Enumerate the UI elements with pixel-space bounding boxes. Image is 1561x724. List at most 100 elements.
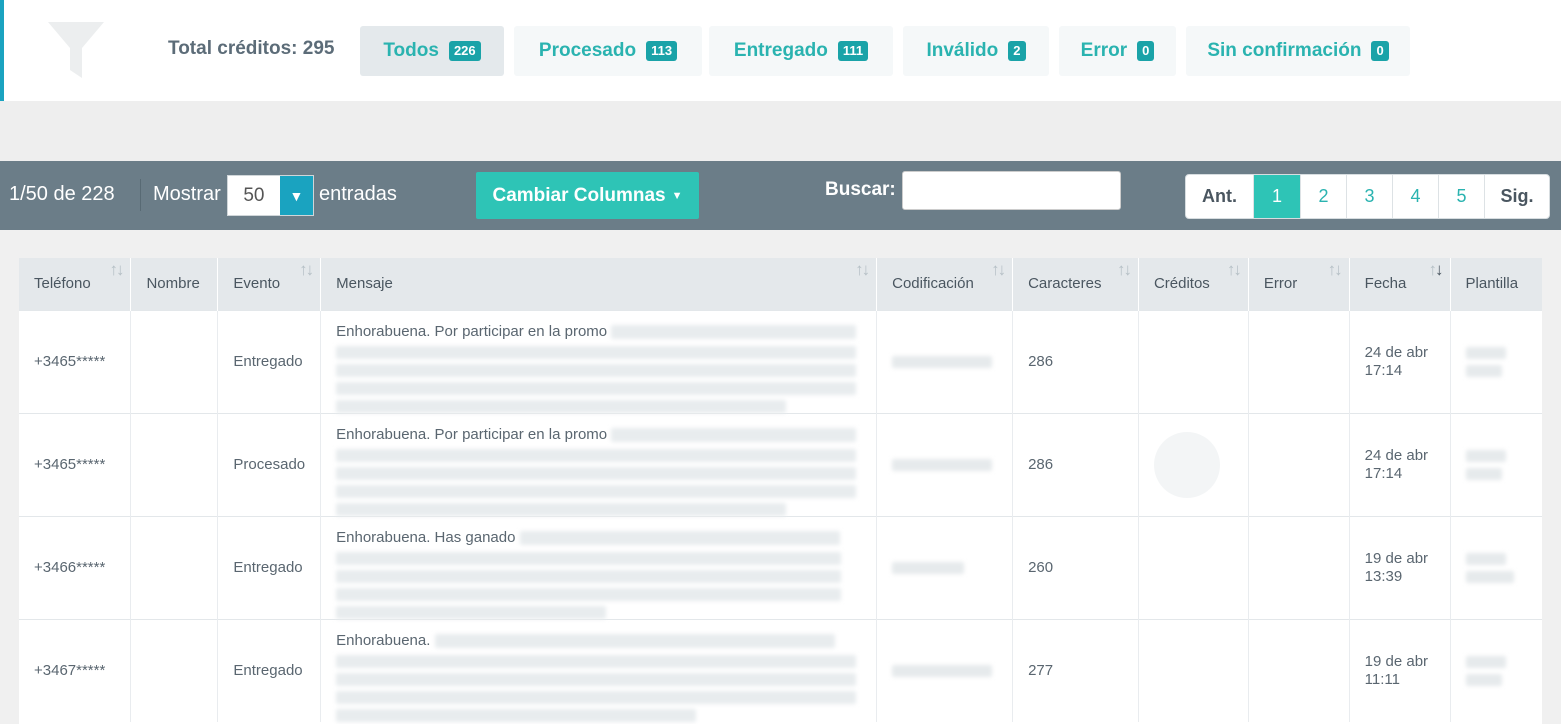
table-header-row: Teléfono ↑↓ Nombre Evento ↑↓ Mensaje ↑↓ Cod… bbox=[19, 258, 1542, 310]
page-button-4[interactable]: 4 bbox=[1393, 175, 1439, 218]
redacted-text bbox=[892, 561, 965, 574]
change-columns-button[interactable]: Cambiar Columnas ▼ bbox=[476, 172, 699, 219]
messages-table: Teléfono ↑↓ Nombre Evento ↑↓ Mensaje ↑↓ Cod… bbox=[19, 258, 1542, 724]
redacted-text bbox=[336, 484, 857, 498]
cell-fecha: 24 de abr 17:14 bbox=[1349, 413, 1451, 516]
count-badge: 113 bbox=[646, 41, 678, 61]
time-text: 11:11 bbox=[1364, 670, 1400, 688]
search-input[interactable] bbox=[902, 171, 1121, 210]
sort-icon[interactable]: ↑↓ bbox=[1117, 260, 1132, 280]
table-row[interactable]: +3466***** Entregado Enhorabuena. Has ga… bbox=[19, 516, 1542, 619]
tab-label: Inválido bbox=[926, 40, 999, 61]
redacted-text bbox=[336, 672, 857, 686]
redacted-text bbox=[336, 466, 857, 480]
sort-icon[interactable]: ↑↓ bbox=[855, 260, 870, 280]
time-text: 17:14 bbox=[1364, 361, 1403, 379]
sort-icon[interactable]: ↑↓ bbox=[991, 260, 1006, 280]
filter-icon bbox=[48, 22, 104, 78]
cell-plantilla bbox=[1450, 413, 1542, 516]
cell-telefono: +3465***** bbox=[19, 310, 132, 413]
cell-evento: Entregado bbox=[217, 619, 322, 722]
cell-telefono: +3467***** bbox=[19, 619, 132, 722]
col-header-mensaje[interactable]: Mensaje ↑↓ bbox=[320, 258, 878, 310]
tab-error[interactable]: Error 0 bbox=[1059, 26, 1176, 76]
cell-mensaje: Enhorabuena. Has ganado bbox=[320, 516, 878, 619]
col-header-creditos[interactable]: Créditos ↑↓ bbox=[1138, 258, 1249, 310]
cell-caracteres: 260 bbox=[1012, 516, 1139, 619]
redacted-text bbox=[336, 448, 857, 462]
redacted-text bbox=[336, 502, 787, 516]
cell-creditos bbox=[1138, 516, 1249, 619]
redacted-text bbox=[1465, 467, 1502, 480]
sort-icon[interactable]: ↑↓ bbox=[1328, 260, 1343, 280]
cell-error bbox=[1248, 310, 1350, 413]
table-row[interactable]: +3467***** Entregado Enhorabuena. 277 19… bbox=[19, 619, 1542, 722]
redacted-text bbox=[336, 381, 857, 395]
tab-procesado[interactable]: Procesado 113 bbox=[514, 26, 702, 76]
redacted-text bbox=[336, 690, 857, 704]
redacted-text bbox=[611, 427, 857, 442]
cell-plantilla bbox=[1450, 516, 1542, 619]
tab-todos[interactable]: Todos 226 bbox=[360, 26, 504, 76]
cell-nombre bbox=[130, 413, 219, 516]
sort-icon[interactable]: ↑↓ bbox=[1227, 260, 1242, 280]
tab-label: Sin confirmación bbox=[1207, 40, 1362, 61]
count-badge: 111 bbox=[837, 41, 869, 61]
tab-label: Error bbox=[1080, 40, 1128, 61]
table-toolbar: 1/50 de 228 Mostrar 50 ▼ entradas Cambia… bbox=[0, 161, 1561, 230]
sort-icon[interactable]: ↑↓ bbox=[1429, 260, 1444, 280]
change-columns-label: Cambiar Columnas bbox=[492, 184, 666, 206]
tab-entregado[interactable]: Entregado 111 bbox=[709, 26, 893, 76]
col-header-telefono[interactable]: Teléfono ↑↓ bbox=[19, 258, 132, 310]
cell-nombre bbox=[130, 310, 219, 413]
table-row[interactable]: +3465***** Procesado Enhorabuena. Por pa… bbox=[19, 413, 1542, 516]
redacted-text bbox=[1465, 346, 1506, 359]
total-credits-label: Total créditos: 295 bbox=[168, 38, 335, 59]
sort-icon[interactable]: ↑↓ bbox=[299, 260, 314, 280]
redacted-text bbox=[336, 363, 857, 377]
tab-label: Entregado bbox=[733, 40, 828, 61]
cell-caracteres: 286 bbox=[1012, 413, 1139, 516]
redacted-text bbox=[1465, 364, 1502, 377]
filter-bar: Total créditos: 295 Todos 226 Procesado … bbox=[0, 0, 1561, 101]
cell-error bbox=[1248, 619, 1350, 722]
redacted-text bbox=[1465, 570, 1514, 583]
redacted-text bbox=[892, 355, 993, 368]
tab-invalido[interactable]: Inválido 2 bbox=[903, 26, 1049, 76]
spacer-band bbox=[0, 101, 1561, 161]
page-button-2[interactable]: 2 bbox=[1301, 175, 1347, 218]
sort-icon[interactable]: ↑↓ bbox=[109, 260, 124, 280]
next-page-button[interactable]: Sig. bbox=[1485, 175, 1549, 218]
page-button-5[interactable]: 5 bbox=[1439, 175, 1485, 218]
time-text: 13:39 bbox=[1364, 567, 1403, 585]
cell-evento: Procesado bbox=[217, 413, 322, 516]
cell-error bbox=[1248, 413, 1350, 516]
page-button-3[interactable]: 3 bbox=[1347, 175, 1393, 218]
col-header-evento[interactable]: Evento ↑↓ bbox=[217, 258, 322, 310]
col-header-nombre[interactable]: Nombre bbox=[130, 258, 219, 310]
redacted-text bbox=[336, 569, 842, 583]
col-header-fecha[interactable]: Fecha ↑↓ bbox=[1349, 258, 1451, 310]
cell-codificacion bbox=[876, 310, 1014, 413]
cell-caracteres: 277 bbox=[1012, 619, 1139, 722]
table-row[interactable]: +3465***** Entregado Enhorabuena. Por pa… bbox=[19, 310, 1542, 413]
message-text: Enhorabuena. bbox=[336, 631, 431, 649]
redacted-text bbox=[1465, 449, 1506, 462]
col-header-plantilla[interactable]: Plantilla bbox=[1450, 258, 1542, 310]
time-text: 17:14 bbox=[1364, 464, 1403, 482]
col-header-codificacion[interactable]: Codificación ↑↓ bbox=[876, 258, 1014, 310]
cell-caracteres: 286 bbox=[1012, 310, 1139, 413]
col-header-error[interactable]: Error ↑↓ bbox=[1248, 258, 1350, 310]
col-header-caracteres[interactable]: Caracteres ↑↓ bbox=[1012, 258, 1139, 310]
page-button-1[interactable]: 1 bbox=[1254, 175, 1301, 218]
tab-sin-confirmacion[interactable]: Sin confirmación 0 bbox=[1186, 26, 1410, 76]
chevron-down-icon[interactable]: ▼ bbox=[279, 176, 313, 215]
prev-page-button[interactable]: Ant. bbox=[1186, 175, 1254, 218]
redacted-text bbox=[611, 324, 857, 339]
range-info: 1/50 de 228 bbox=[9, 183, 115, 205]
entries-label: entradas bbox=[319, 183, 397, 205]
redacted-text bbox=[336, 399, 787, 413]
cell-fecha: 19 de abr 11:11 bbox=[1349, 619, 1451, 722]
entries-select[interactable]: 50 ▼ bbox=[227, 175, 314, 216]
cell-nombre bbox=[130, 619, 219, 722]
